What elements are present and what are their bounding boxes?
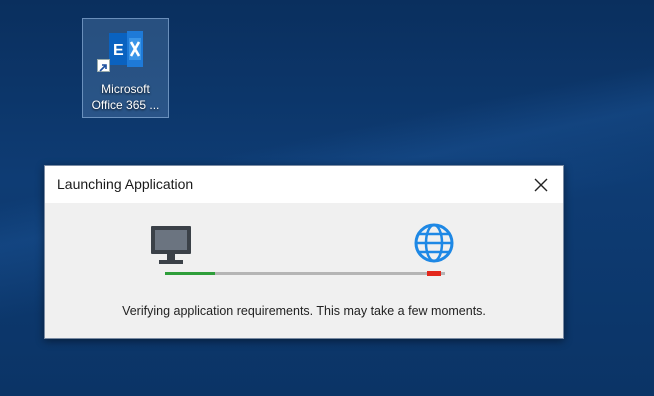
shortcut-label-line1: Microsoft bbox=[101, 82, 150, 96]
close-button[interactable] bbox=[519, 166, 563, 203]
globe-icon bbox=[414, 223, 454, 263]
shortcut-label-line2: Office 365 ... bbox=[91, 98, 160, 112]
desktop-shortcut-label: Microsoft Office 365 ... bbox=[83, 81, 168, 113]
launching-application-dialog: Launching Application Verifying applicat… bbox=[44, 165, 564, 339]
close-icon bbox=[534, 178, 548, 191]
exchange-logo-icon: E bbox=[109, 31, 143, 67]
dialog-titlebar[interactable]: Launching Application bbox=[45, 166, 563, 203]
desktop-shortcut-office365[interactable]: E Microsoft Office 365 ... bbox=[82, 18, 169, 118]
monitor-icon bbox=[151, 226, 191, 264]
connection-progress-fill bbox=[165, 272, 216, 275]
connection-endpoint-marker bbox=[427, 271, 441, 276]
dialog-title: Launching Application bbox=[57, 176, 194, 192]
svg-text:E: E bbox=[113, 42, 124, 59]
connection-progress-track bbox=[165, 272, 445, 275]
status-message: Verifying application requirements. This… bbox=[122, 304, 486, 318]
shortcut-arrow-icon bbox=[97, 59, 110, 72]
